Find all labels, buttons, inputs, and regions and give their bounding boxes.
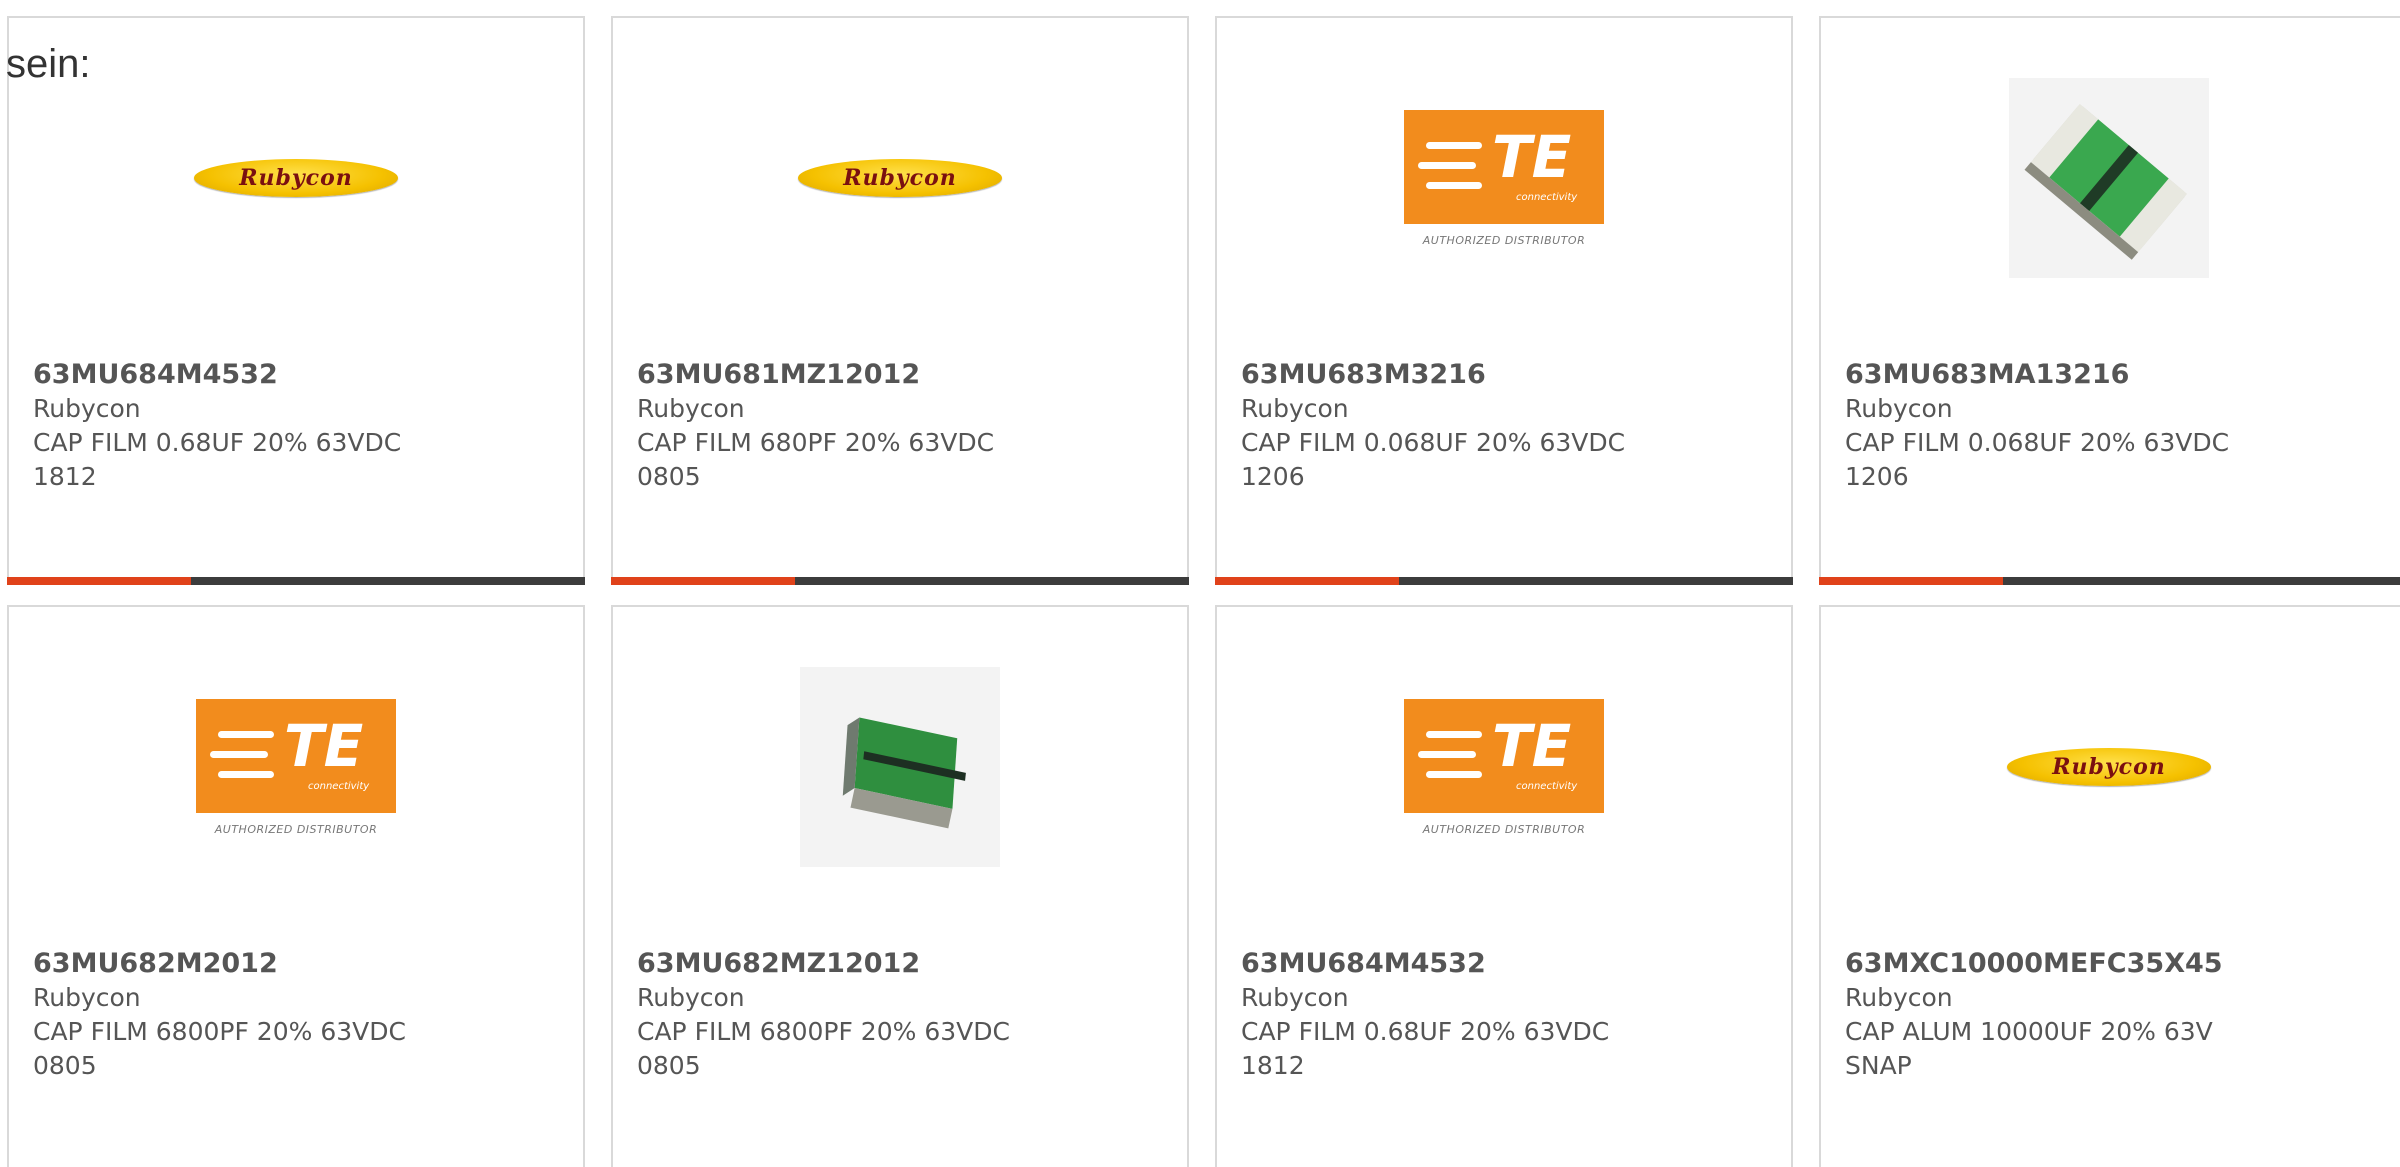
card-bottom-bar — [1215, 577, 1793, 585]
package: 1812 — [1241, 1051, 1305, 1080]
part-number[interactable]: 63MU683MA13216 — [1845, 358, 2229, 392]
package: SNAP — [1845, 1051, 1912, 1080]
te-logo-box: TE connectivity — [1404, 109, 1604, 224]
rubycon-logo-text: Rubycon — [239, 165, 353, 191]
te-distributor-text: AUTHORIZED DISTRIBUTOR — [1422, 822, 1586, 836]
description: CAP ALUM 10000UF 20% 63V — [1845, 1017, 2213, 1046]
product-card[interactable]: Rubycon 63MU681MZ12012 Rubycon CAP FILM … — [611, 16, 1189, 585]
te-logo: TE connectivity AUTHORIZED DISTRIBUTOR — [1404, 698, 1604, 836]
product-image[interactable]: Rubycon — [9, 68, 583, 288]
package: 1206 — [1241, 462, 1305, 491]
description: CAP FILM 6800PF 20% 63VDC — [33, 1017, 406, 1046]
product-info: 63MU682M2012 Rubycon CAP FILM 6800PF 20%… — [33, 947, 406, 1083]
description: CAP FILM 0.68UF 20% 63VDC — [33, 428, 402, 457]
part-number[interactable]: 63MU681MZ12012 — [637, 358, 994, 392]
manufacturer: Rubycon — [33, 394, 141, 423]
card-accent — [7, 577, 191, 585]
part-number[interactable]: 63MU684M4532 — [33, 358, 401, 392]
card-bottom-bar — [611, 577, 1189, 585]
manufacturer: Rubycon — [1241, 983, 1349, 1012]
product-grid: Rubycon 63MU684M4532 Rubycon CAP FILM 0.… — [0, 0, 2400, 1167]
description: CAP FILM 0.068UF 20% 63VDC — [1845, 428, 2230, 457]
package: 0805 — [637, 1051, 701, 1080]
part-number[interactable]: 63MU683M3216 — [1241, 358, 1625, 392]
product-info: 63MU681MZ12012 Rubycon CAP FILM 680PF 20… — [637, 358, 994, 494]
product-card[interactable]: 63MU683MA13216 Rubycon CAP FILM 0.068UF … — [1819, 16, 2400, 585]
te-logo-subtext: connectivity — [308, 780, 370, 792]
description: CAP FILM 0.68UF 20% 63VDC — [1241, 1017, 1610, 1046]
part-number[interactable]: 63MU682MZ12012 — [637, 947, 1010, 981]
manufacturer: Rubycon — [33, 983, 141, 1012]
product-image[interactable]: TE connectivity AUTHORIZED DISTRIBUTOR — [1217, 657, 1791, 877]
product-info: 63MU684M4532 Rubycon CAP FILM 0.68UF 20%… — [33, 358, 401, 494]
package: 0805 — [33, 1051, 97, 1080]
product-image[interactable]: TE connectivity AUTHORIZED DISTRIBUTOR — [9, 657, 583, 877]
product-image[interactable]: Rubycon — [613, 68, 1187, 288]
rubycon-logo: Rubycon — [194, 159, 398, 197]
te-logo-text: TE — [1492, 711, 1572, 780]
te-logo: TE connectivity AUTHORIZED DISTRIBUTOR — [1404, 109, 1604, 247]
manufacturer: Rubycon — [637, 394, 745, 423]
product-info: 63MU683M3216 Rubycon CAP FILM 0.068UF 20… — [1241, 358, 1625, 494]
te-logo-subtext: connectivity — [1516, 191, 1578, 203]
product-card[interactable]: TE connectivity AUTHORIZED DISTRIBUTOR 6… — [1215, 605, 1793, 1167]
chip-photo — [2009, 78, 2209, 278]
page-label: sein: — [6, 42, 91, 86]
product-info: 63MU682MZ12012 Rubycon CAP FILM 6800PF 2… — [637, 947, 1010, 1083]
product-info: 63MU683MA13216 Rubycon CAP FILM 0.068UF … — [1845, 358, 2229, 494]
product-info: 63MXC10000MEFC35X45 Rubycon CAP ALUM 100… — [1845, 947, 2223, 1083]
card-accent — [1819, 577, 2003, 585]
description: CAP FILM 0.068UF 20% 63VDC — [1241, 428, 1626, 457]
te-logo-subtext: connectivity — [1516, 780, 1578, 792]
product-image[interactable] — [613, 657, 1187, 877]
card-bottom-bar — [1819, 577, 2400, 585]
te-logo-text: TE — [1492, 122, 1572, 191]
rubycon-logo: Rubycon — [2007, 748, 2211, 786]
rubycon-logo-text: Rubycon — [843, 165, 957, 191]
te-logo-box: TE connectivity — [1404, 698, 1604, 813]
part-number[interactable]: 63MU682M2012 — [33, 947, 406, 981]
card-accent — [1215, 577, 1399, 585]
rubycon-logo-text: Rubycon — [2052, 754, 2166, 780]
product-card[interactable]: Rubycon 63MXC10000MEFC35X45 Rubycon CAP … — [1819, 605, 2400, 1167]
description: CAP FILM 680PF 20% 63VDC — [637, 428, 995, 457]
part-number[interactable]: 63MU684M4532 — [1241, 947, 1609, 981]
te-logo-text: TE — [284, 711, 364, 780]
product-card[interactable]: TE connectivity AUTHORIZED DISTRIBUTOR 6… — [7, 605, 585, 1167]
product-card[interactable]: Rubycon 63MU684M4532 Rubycon CAP FILM 0.… — [7, 16, 585, 585]
manufacturer: Rubycon — [1241, 394, 1349, 423]
manufacturer: Rubycon — [1845, 394, 1953, 423]
card-accent — [611, 577, 795, 585]
rubycon-logo: Rubycon — [798, 159, 1002, 197]
te-distributor-text: AUTHORIZED DISTRIBUTOR — [1422, 233, 1586, 247]
te-distributor-text: AUTHORIZED DISTRIBUTOR — [214, 822, 378, 836]
card-bottom-bar — [7, 577, 585, 585]
product-image[interactable]: Rubycon — [1821, 657, 2397, 877]
manufacturer: Rubycon — [637, 983, 745, 1012]
manufacturer: Rubycon — [1845, 983, 1953, 1012]
te-logo-box: TE connectivity — [196, 698, 396, 813]
package: 0805 — [637, 462, 701, 491]
product-card[interactable]: TE connectivity AUTHORIZED DISTRIBUTOR 6… — [1215, 16, 1793, 585]
product-image[interactable]: TE connectivity AUTHORIZED DISTRIBUTOR — [1217, 68, 1791, 288]
te-logo: TE connectivity AUTHORIZED DISTRIBUTOR — [196, 698, 396, 836]
chip-photo — [800, 667, 1000, 867]
package: 1206 — [1845, 462, 1909, 491]
product-info: 63MU684M4532 Rubycon CAP FILM 0.68UF 20%… — [1241, 947, 1609, 1083]
package: 1812 — [33, 462, 97, 491]
product-image[interactable] — [1821, 68, 2397, 288]
description: CAP FILM 6800PF 20% 63VDC — [637, 1017, 1010, 1046]
product-card[interactable]: 63MU682MZ12012 Rubycon CAP FILM 6800PF 2… — [611, 605, 1189, 1167]
part-number[interactable]: 63MXC10000MEFC35X45 — [1845, 947, 2223, 981]
